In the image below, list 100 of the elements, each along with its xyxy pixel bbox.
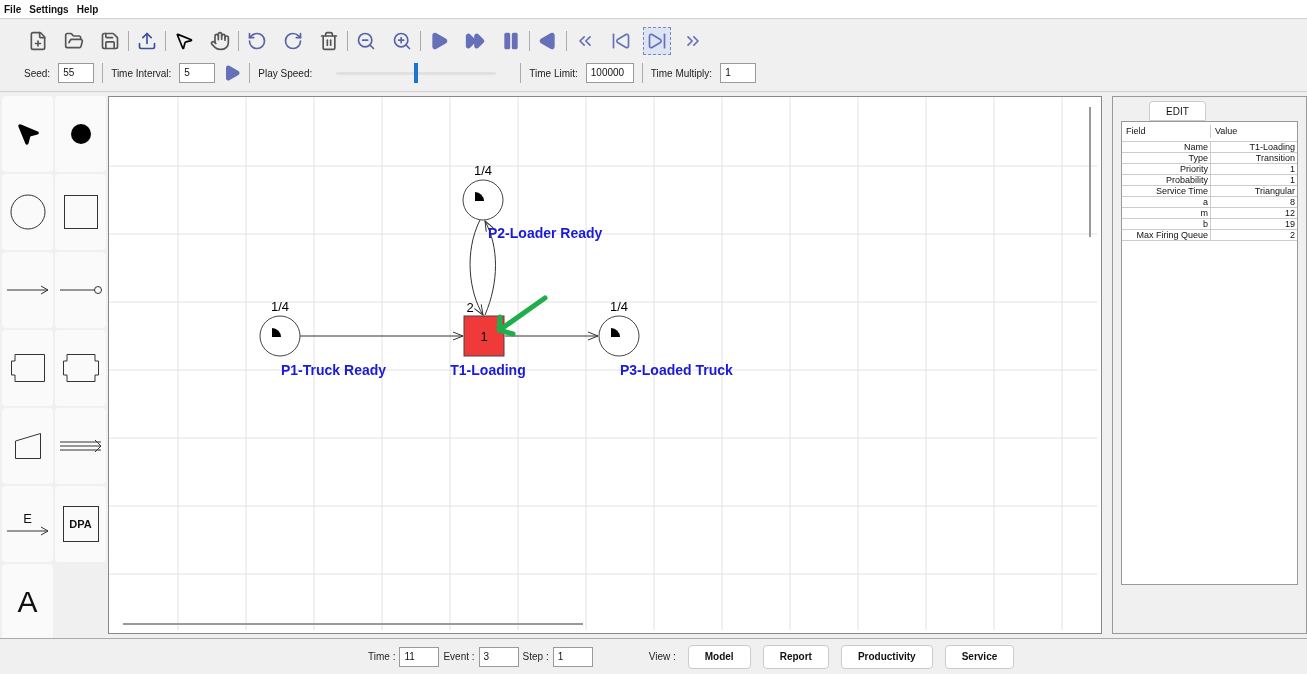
zoom-in-icon xyxy=(392,31,412,51)
token-pie-icon xyxy=(611,328,620,337)
menu-item[interactable]: Help xyxy=(76,1,99,17)
table-cell-text: 1 xyxy=(1289,164,1296,174)
place-node xyxy=(598,315,640,357)
input-field[interactable]: 55 xyxy=(58,63,95,83)
view-button[interactable]: Service xyxy=(944,644,1015,669)
column-header: Field xyxy=(1122,124,1211,139)
folder-icon xyxy=(64,31,84,51)
field-label: Event : xyxy=(443,650,475,664)
input-field[interactable]: 100000 xyxy=(585,63,634,83)
token-count: 1/4 xyxy=(609,299,629,314)
inhibitor-arc-icon xyxy=(58,284,103,296)
menu-item[interactable]: Settings xyxy=(29,1,69,17)
table-cell: b xyxy=(1122,219,1211,229)
text-tool-letter: A xyxy=(17,587,38,617)
dot-icon xyxy=(69,123,92,145)
field-label: Step : xyxy=(522,650,549,664)
table-cell-text: 2 xyxy=(1289,230,1296,240)
table-cell-text: 1 xyxy=(1289,175,1296,185)
view-button[interactable]: Report xyxy=(762,644,829,669)
new-file-icon xyxy=(28,31,48,51)
place-label: P2-Loader Ready xyxy=(488,225,603,241)
token-pie-icon xyxy=(272,328,281,337)
column-header: Value xyxy=(1214,124,1239,138)
speed-slider[interactable] xyxy=(336,63,497,83)
table-cell: Type xyxy=(1122,153,1211,163)
fast-forward-icon xyxy=(465,31,485,51)
play-icon xyxy=(429,31,449,51)
table-cell-text: 12 xyxy=(1284,208,1296,218)
step-forward-icon xyxy=(647,31,667,51)
arrow-icon xyxy=(5,284,50,296)
slider-thumb[interactable] xyxy=(414,63,419,83)
field-label: Time Multiply: xyxy=(650,66,713,81)
table-cell-text: 19 xyxy=(1284,219,1296,229)
trapezoid-icon xyxy=(14,433,41,459)
table-cell-text: 8 xyxy=(1289,197,1296,207)
edit-button[interactable]: EDIT xyxy=(1149,101,1206,121)
transition-value: 1 xyxy=(480,329,488,344)
table-cell-text: T1-Loading xyxy=(1248,142,1296,152)
hand-icon xyxy=(210,31,230,51)
play-icon[interactable] xyxy=(223,64,242,82)
field-label: Seed: xyxy=(24,66,51,81)
input-field[interactable]: 3 xyxy=(478,646,519,667)
arrow-label: E xyxy=(23,511,32,525)
notched-box-icon xyxy=(10,354,45,382)
palette-tool[interactable]: A xyxy=(2,564,53,640)
field-label: Time Limit: xyxy=(529,66,578,81)
table-cell: a xyxy=(1122,197,1211,207)
table-cell: Probability xyxy=(1122,175,1211,185)
table-cell: Name xyxy=(1122,142,1211,152)
pointer-icon xyxy=(174,31,194,51)
palette-tool[interactable]: E xyxy=(2,486,53,562)
menu-item[interactable]: File xyxy=(4,1,22,17)
input-field[interactable]: 11 xyxy=(399,646,440,667)
token-count: 1/4 xyxy=(473,163,493,178)
place-node xyxy=(462,179,504,221)
field-label: Time Interval: xyxy=(111,66,172,81)
dpa-box: DPA xyxy=(62,506,99,542)
undo-icon xyxy=(247,31,267,51)
field-label: Play Speed: xyxy=(258,66,313,81)
back-icon xyxy=(538,31,558,51)
upload-icon xyxy=(137,31,157,51)
square-icon xyxy=(63,195,98,229)
triple-arrow-icon xyxy=(58,440,103,452)
transition-label: T1-Loading xyxy=(450,362,526,378)
place-label: P3-Loaded Truck xyxy=(620,362,733,378)
view-button[interactable]: Productivity xyxy=(840,644,933,669)
field-label: Time : xyxy=(368,650,396,664)
input-field[interactable]: 1 xyxy=(552,646,593,667)
input-field[interactable]: 5 xyxy=(179,63,216,83)
palette-tool[interactable]: DPA xyxy=(55,486,106,562)
annotation-arrow xyxy=(496,295,548,337)
place-label: P1-Truck Ready xyxy=(281,362,387,378)
palette-tool[interactable] xyxy=(55,330,106,406)
table-cell-text: Transition xyxy=(1254,153,1296,163)
trash-icon xyxy=(319,31,339,51)
view-button[interactable]: Model xyxy=(687,644,751,669)
zoom-out-icon xyxy=(356,31,376,51)
table-cell: Priority xyxy=(1122,164,1211,174)
step-back-icon xyxy=(611,31,631,51)
table-cell: Max Firing Queue xyxy=(1122,230,1211,240)
pause-icon xyxy=(501,31,521,51)
palette-tool[interactable] xyxy=(2,330,53,406)
table-cell: m xyxy=(1122,208,1211,218)
field-label: View : xyxy=(648,650,676,664)
circle-icon xyxy=(9,194,46,230)
horizontal-scrollbar[interactable] xyxy=(123,623,583,625)
vertical-scrollbar[interactable] xyxy=(1089,107,1091,237)
palette-tool[interactable] xyxy=(55,174,106,250)
redo-icon xyxy=(283,31,303,51)
table-cell-text: Triangular xyxy=(1253,186,1296,196)
palette-tool[interactable] xyxy=(2,96,53,172)
token-count: 1/4 xyxy=(270,299,290,314)
input-field[interactable]: 1 xyxy=(720,63,757,83)
arrow-icon xyxy=(5,524,50,537)
table-cell: Service Time xyxy=(1122,186,1211,196)
palette-tool[interactable] xyxy=(55,96,106,172)
token-pie-icon xyxy=(475,192,484,201)
notched-box-icon xyxy=(62,354,99,382)
